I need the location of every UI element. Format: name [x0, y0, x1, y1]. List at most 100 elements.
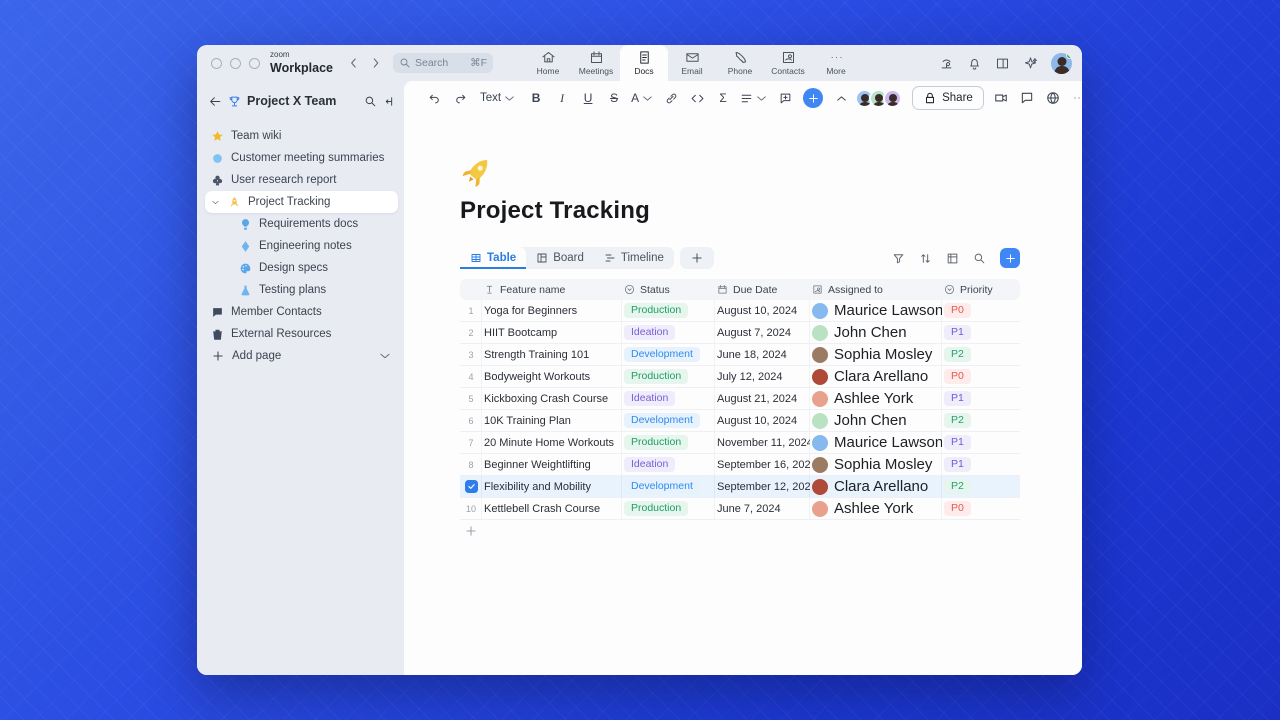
- table-row[interactable]: 4 Bodyweight Workouts Production July 12, 2…: [460, 366, 1020, 388]
- due-date-cell[interactable]: August 10, 2024: [715, 410, 810, 431]
- topbar-nav-home[interactable]: Home: [524, 45, 572, 81]
- assigned-to-cell[interactable]: Sophia Mosley: [810, 344, 942, 365]
- formula-button[interactable]: Σ: [711, 86, 735, 110]
- priority-cell[interactable]: P2: [942, 346, 1008, 363]
- table-row[interactable]: Flexibility and Mobility Development Septe…: [460, 476, 1020, 498]
- chevron-down-icon[interactable]: [211, 198, 221, 207]
- due-date-cell[interactable]: November 11, 2024: [715, 432, 810, 453]
- topbar-nav-contacts[interactable]: Contacts: [764, 45, 812, 81]
- feature-name-cell[interactable]: 20 Minute Home Workouts: [482, 432, 622, 453]
- status-cell[interactable]: Development: [622, 476, 715, 497]
- back-arrow-icon[interactable]: [209, 95, 222, 108]
- due-date-cell[interactable]: August 10, 2024: [715, 300, 810, 321]
- column-header-due-date[interactable]: Due Date: [715, 284, 810, 296]
- sidebar-search-icon[interactable]: [364, 95, 377, 108]
- status-cell[interactable]: Production: [622, 300, 715, 321]
- comment-button[interactable]: [773, 86, 797, 110]
- bold-button[interactable]: B: [524, 86, 548, 110]
- priority-cell[interactable]: P0: [942, 302, 1008, 319]
- table-row[interactable]: 2 HIIT Bootcamp Ideation August 7, 2024 John…: [460, 322, 1020, 344]
- table-row[interactable]: 5 Kickboxing Crash Course Ideation August 2…: [460, 388, 1020, 410]
- undo-button[interactable]: [422, 86, 446, 110]
- topbar-nav-more[interactable]: More: [812, 45, 860, 81]
- insert-block-button[interactable]: [803, 88, 824, 108]
- window-close-button[interactable]: [211, 57, 222, 69]
- assigned-to-cell[interactable]: Ashlee York: [810, 388, 942, 409]
- table-row[interactable]: 3 Strength Training 101 Development June 18…: [460, 344, 1020, 366]
- status-cell[interactable]: Production: [622, 432, 715, 453]
- topbar-nav-docs[interactable]: Docs: [620, 45, 668, 81]
- priority-cell[interactable]: P1: [942, 434, 1008, 451]
- feature-name-cell[interactable]: Strength Training 101: [482, 344, 622, 365]
- expand-icon[interactable]: [946, 252, 959, 265]
- new-record-button[interactable]: [1000, 248, 1020, 268]
- row-checkbox-checked[interactable]: [464, 480, 478, 493]
- status-cell[interactable]: Ideation: [622, 322, 715, 343]
- sidebar-item-project-tracking[interactable]: Project Tracking: [205, 191, 398, 213]
- panel-toggle-icon[interactable]: [995, 56, 1010, 71]
- chevron-down-icon[interactable]: [378, 349, 392, 363]
- priority-cell[interactable]: P1: [942, 390, 1008, 407]
- topbar-nav-email[interactable]: Email: [668, 45, 716, 81]
- due-date-cell[interactable]: September 16, 2024: [715, 454, 810, 475]
- topbar-nav-phone[interactable]: Phone: [716, 45, 764, 81]
- status-cell[interactable]: Development: [622, 344, 715, 365]
- feature-name-cell[interactable]: Bodyweight Workouts: [482, 366, 622, 387]
- sidebar-collapse-icon[interactable]: [383, 95, 396, 108]
- status-cell[interactable]: Ideation: [622, 388, 715, 409]
- sidebar-item-team-wiki[interactable]: Team wiki: [205, 125, 398, 147]
- priority-cell[interactable]: P0: [942, 368, 1008, 385]
- view-tab-table[interactable]: Table: [460, 247, 527, 269]
- share-button[interactable]: Share: [912, 86, 984, 110]
- priority-cell[interactable]: P1: [942, 324, 1008, 341]
- assigned-to-cell[interactable]: John Chen: [810, 322, 942, 343]
- sidebar-item-customer-meeting-summaries[interactable]: Customer meeting summaries: [205, 147, 398, 169]
- strikethrough-button[interactable]: S: [602, 86, 626, 110]
- sidebar-item-user-research-report[interactable]: User research report: [205, 169, 398, 191]
- assigned-to-cell[interactable]: Maurice Lawson: [810, 432, 942, 453]
- column-header-feature-name[interactable]: Feature name: [482, 284, 622, 296]
- due-date-cell[interactable]: June 18, 2024: [715, 344, 810, 365]
- table-row[interactable]: 8 Beginner Weightlifting Ideation September…: [460, 454, 1020, 476]
- feature-name-cell[interactable]: Kettlebell Crash Course: [482, 498, 622, 519]
- recording-icon[interactable]: [939, 56, 954, 71]
- sidebar-item-member-contacts[interactable]: Member Contacts: [205, 301, 398, 323]
- add-page-button[interactable]: Add page: [205, 345, 398, 367]
- assigned-to-cell[interactable]: Clara Arellano: [810, 476, 942, 497]
- table-row[interactable]: 10 Kettlebell Crash Course Production June …: [460, 498, 1020, 520]
- feature-name-cell[interactable]: Yoga for Beginners: [482, 300, 622, 321]
- align-dropdown[interactable]: [737, 86, 771, 110]
- assigned-to-cell[interactable]: Ashlee York: [810, 498, 942, 519]
- column-header-assigned-to[interactable]: Assigned to: [810, 284, 942, 296]
- add-row-button[interactable]: [460, 520, 1020, 542]
- ai-sparkle-icon[interactable]: [1023, 56, 1038, 71]
- window-zoom-button[interactable]: [249, 57, 260, 69]
- view-tab-board[interactable]: Board: [526, 247, 594, 269]
- nav-back-button[interactable]: [343, 52, 365, 74]
- priority-cell[interactable]: P0: [942, 500, 1008, 517]
- priority-cell[interactable]: P1: [942, 456, 1008, 473]
- feature-name-cell[interactable]: Flexibility and Mobility: [482, 476, 622, 497]
- doc-chat-icon[interactable]: [1020, 91, 1034, 105]
- table-row[interactable]: 1 Yoga for Beginners Production August 10, …: [460, 300, 1020, 322]
- sidebar-item-design-specs[interactable]: Design specs: [205, 257, 398, 279]
- filter-icon[interactable]: [892, 252, 905, 265]
- assigned-to-cell[interactable]: John Chen: [810, 410, 942, 431]
- view-tab-timeline[interactable]: Timeline: [594, 247, 674, 269]
- redo-button[interactable]: [448, 86, 472, 110]
- assigned-to-cell[interactable]: Clara Arellano: [810, 366, 942, 387]
- due-date-cell[interactable]: August 7, 2024: [715, 322, 810, 343]
- window-minimize-button[interactable]: [230, 57, 241, 69]
- due-date-cell[interactable]: July 12, 2024: [715, 366, 810, 387]
- sidebar-item-engineering-notes[interactable]: Engineering notes: [205, 235, 398, 257]
- status-cell[interactable]: Production: [622, 498, 715, 519]
- due-date-cell[interactable]: September 12, 2024: [715, 476, 810, 497]
- assigned-to-cell[interactable]: Sophia Mosley: [810, 454, 942, 475]
- doc-emoji-rocket-icon[interactable]: [460, 155, 1082, 189]
- text-style-dropdown[interactable]: Text: [474, 86, 522, 110]
- priority-cell[interactable]: P2: [942, 478, 1008, 495]
- more-options-icon[interactable]: [1072, 91, 1082, 105]
- priority-cell[interactable]: P2: [942, 412, 1008, 429]
- link-button[interactable]: [659, 86, 683, 110]
- collapse-toolbar-button[interactable]: [829, 86, 853, 110]
